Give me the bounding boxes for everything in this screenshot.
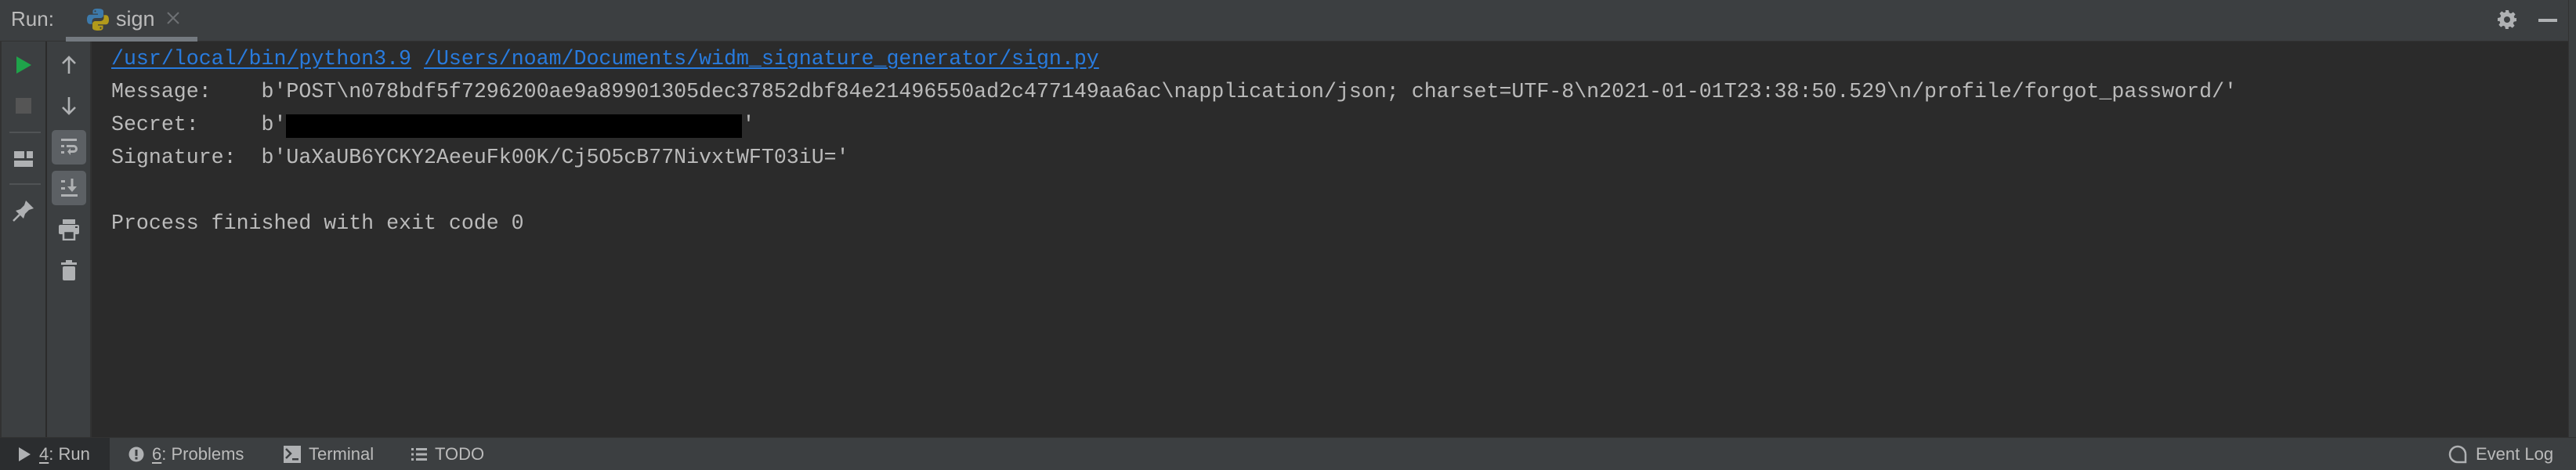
signature-label: Signature:	[111, 146, 262, 169]
play-icon	[17, 446, 31, 462]
secret-prefix: b'	[261, 113, 287, 136]
run-actions-toolbar	[0, 42, 46, 437]
terminal-label: Terminal	[309, 444, 374, 464]
tool-window-todo[interactable]: TODO	[411, 438, 484, 470]
problems-label: : Problems	[161, 444, 244, 464]
arrow-up-icon	[62, 56, 76, 74]
scroll-to-end-toggle[interactable]	[52, 171, 86, 205]
rerun-button[interactable]	[6, 48, 41, 82]
restore-layout-button[interactable]	[6, 142, 41, 176]
python-icon	[87, 9, 109, 31]
console-output[interactable]: /usr/local/bin/python3.9 /Users/noam/Doc…	[92, 42, 2568, 437]
warning-circle-icon	[128, 446, 144, 462]
arrow-down-icon	[62, 97, 76, 115]
command-line: /usr/local/bin/python3.9 /Users/noam/Doc…	[111, 47, 1099, 70]
interpreter-path-link[interactable]: /usr/local/bin/python3.9	[111, 47, 411, 70]
trash-icon	[61, 260, 77, 280]
down-stack-trace-button[interactable]	[52, 89, 86, 123]
printer-icon	[59, 219, 79, 240]
pin-tab-button[interactable]	[6, 193, 41, 228]
layout-icon	[14, 151, 33, 167]
soft-wrap-toggle[interactable]	[52, 130, 86, 164]
signature-value: b'UaXaUB6YCKY2AeeuFk00K/Cj5O5cB77NivxtWF…	[261, 146, 849, 169]
run-tool-window-header: Run: sign	[0, 0, 2568, 42]
tool-window-bar: 4: Run 6: Problems Terminal TODO Event L…	[0, 437, 2576, 470]
gear-icon[interactable]	[2497, 9, 2517, 30]
close-icon[interactable]	[163, 8, 183, 28]
tool-window-problems[interactable]: 6: Problems	[128, 438, 244, 470]
terminal-icon	[284, 446, 301, 463]
secret-line: Secret: b' '	[111, 113, 754, 138]
tool-window-run[interactable]: 4: Run	[0, 438, 110, 470]
run-label: : Run	[49, 444, 90, 464]
toolbar-separator	[9, 132, 41, 133]
event-log-label: Event Log	[2476, 444, 2554, 464]
todo-label: TODO	[435, 444, 485, 464]
pin-icon	[13, 201, 34, 222]
scroll-to-end-icon	[61, 179, 78, 197]
signature-line: Signature: b'UaXaUB6YCKY2AeeuFk00K/Cj5O5…	[111, 146, 849, 169]
message-value: b'POST\n078bdf5f7296200ae9a89901305dec37…	[261, 80, 2238, 103]
toolbar-separator	[9, 183, 41, 185]
tool-window-terminal[interactable]: Terminal	[284, 438, 374, 470]
message-line: Message: b'POST\n078bdf5f7296200ae9a8990…	[111, 80, 2237, 103]
problems-mnemonic: 6	[152, 444, 162, 464]
right-tool-strip	[2568, 0, 2576, 437]
play-icon	[16, 56, 31, 74]
tab-sign[interactable]: sign	[66, 0, 197, 42]
minimize-icon[interactable]	[2538, 19, 2557, 22]
run-label: Run:	[11, 7, 54, 31]
clear-all-button[interactable]	[52, 253, 86, 287]
up-stack-trace-button[interactable]	[52, 48, 86, 82]
speech-bubble-icon	[2448, 444, 2468, 465]
secret-label: Secret:	[111, 113, 262, 136]
console-toolbar	[47, 42, 92, 437]
tool-window-event-log[interactable]: Event Log	[2448, 438, 2553, 470]
script-path-link[interactable]: /Users/noam/Documents/widm_signature_gen…	[424, 47, 1099, 70]
print-button[interactable]	[52, 212, 86, 247]
soft-wrap-icon	[61, 139, 78, 155]
stop-icon	[16, 98, 31, 114]
tab-label: sign	[116, 7, 155, 31]
stop-button[interactable]	[6, 89, 41, 123]
redacted-secret	[286, 114, 743, 138]
message-label: Message:	[111, 80, 262, 103]
secret-suffix: '	[742, 113, 755, 136]
list-icon	[411, 447, 427, 461]
exit-message: Process finished with exit code 0	[111, 212, 524, 235]
run-mnemonic: 4	[39, 444, 49, 464]
